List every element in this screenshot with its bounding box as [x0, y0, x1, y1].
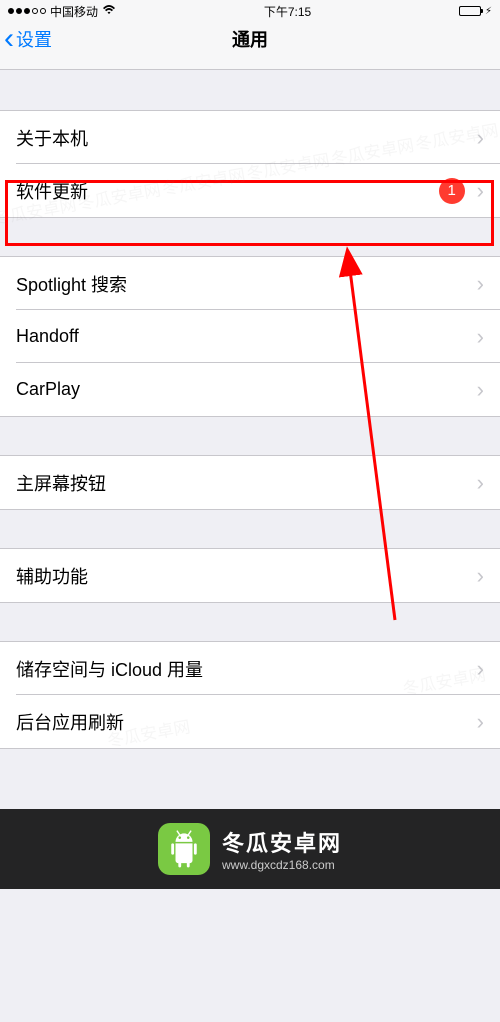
carrier-label: 中国移动	[50, 3, 98, 20]
battery-icon	[459, 6, 481, 16]
chevron-right-icon: ›	[477, 324, 484, 350]
charging-icon: ⚡︎	[485, 6, 492, 17]
row-label: 后台应用刷新	[16, 709, 469, 735]
row-label: CarPlay	[16, 379, 469, 400]
update-badge: 1	[439, 178, 465, 204]
row-handoff[interactable]: Handoff ›	[0, 310, 500, 363]
row-label: 辅助功能	[16, 563, 469, 589]
group-home: 主屏幕按钮 ›	[0, 455, 500, 510]
chevron-left-icon: ‹	[4, 30, 14, 48]
row-background-refresh[interactable]: 后台应用刷新 ›	[0, 695, 500, 748]
chevron-right-icon: ›	[477, 709, 484, 735]
row-label: Handoff	[16, 326, 469, 347]
row-carplay[interactable]: CarPlay ›	[0, 363, 500, 416]
row-label: 主屏幕按钮	[16, 470, 469, 496]
nav-bar: ‹ 设置 通用	[0, 22, 500, 70]
row-label: Spotlight 搜索	[16, 271, 469, 297]
row-about[interactable]: 关于本机 ›	[0, 111, 500, 164]
group-accessibility: 辅助功能 ›	[0, 548, 500, 603]
watermark-footer: 冬瓜安卓网 www.dgxcdz168.com	[0, 809, 500, 889]
status-bar: 中国移动 下午7:15 ⚡︎	[0, 0, 500, 22]
chevron-right-icon: ›	[477, 470, 484, 496]
watermark-url: www.dgxcdz168.com	[222, 858, 335, 872]
group-device: 关于本机 › 软件更新 1 ›	[0, 110, 500, 218]
chevron-right-icon: ›	[477, 656, 484, 682]
row-label: 关于本机	[16, 125, 469, 151]
status-time: 下午7:15	[264, 3, 311, 20]
chevron-right-icon: ›	[477, 178, 484, 204]
watermark-title: 冬瓜安卓网	[222, 826, 342, 858]
back-label: 设置	[16, 26, 52, 52]
chevron-right-icon: ›	[477, 271, 484, 297]
row-home-button[interactable]: 主屏幕按钮 ›	[0, 456, 500, 509]
chevron-right-icon: ›	[477, 377, 484, 403]
row-label: 储存空间与 iCloud 用量	[16, 656, 469, 682]
watermark-android-icon	[158, 823, 210, 875]
signal-strength-icon	[8, 8, 46, 14]
group-storage: 储存空间与 iCloud 用量 › 后台应用刷新 ›	[0, 641, 500, 749]
group-features: Spotlight 搜索 › Handoff › CarPlay ›	[0, 256, 500, 417]
row-storage[interactable]: 储存空间与 iCloud 用量 ›	[0, 642, 500, 695]
chevron-right-icon: ›	[477, 125, 484, 151]
row-label: 软件更新	[16, 178, 439, 204]
chevron-right-icon: ›	[477, 563, 484, 589]
wifi-icon	[102, 5, 116, 18]
page-title: 通用	[232, 26, 268, 52]
row-accessibility[interactable]: 辅助功能 ›	[0, 549, 500, 602]
row-software-update[interactable]: 软件更新 1 ›	[0, 164, 500, 217]
row-spotlight[interactable]: Spotlight 搜索 ›	[0, 257, 500, 310]
back-button[interactable]: ‹ 设置	[4, 26, 52, 52]
